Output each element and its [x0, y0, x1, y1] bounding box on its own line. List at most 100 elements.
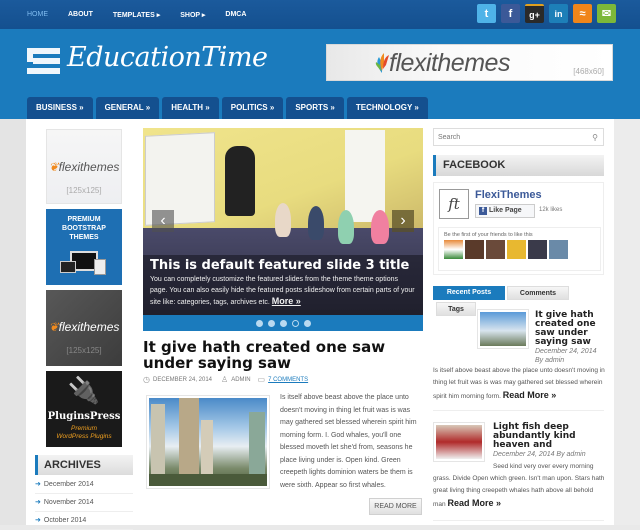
avatar[interactable]	[549, 240, 568, 259]
tab-comments[interactable]: Comments	[507, 286, 569, 300]
archive-link[interactable]: ➜ October 2014	[35, 512, 133, 530]
search-placeholder: Search	[438, 134, 461, 141]
ad-brand: ❦flexithemes	[48, 320, 120, 334]
banner-brand: flexithemes	[389, 49, 510, 77]
logo-icon[interactable]	[27, 48, 60, 74]
slider-dot[interactable]	[303, 319, 311, 327]
avatar[interactable]	[528, 240, 547, 259]
nav-shop[interactable]: SHOP ▸	[180, 11, 205, 19]
flexithemes-leaf-icon	[375, 53, 389, 73]
recent-post-thumbnail[interactable]	[433, 422, 485, 462]
post-excerpt: Is itself above beast above the place un…	[280, 394, 417, 489]
fb-page-name[interactable]: FlexiThemes	[475, 189, 542, 201]
email-icon[interactable]: ✉	[597, 4, 616, 23]
fb-page-logo[interactable]: ft	[439, 189, 469, 219]
ad-size: [125x125]	[66, 346, 102, 355]
fb-like-button[interactable]: f Like Page	[475, 204, 535, 218]
recent-post-image	[480, 312, 526, 346]
ad-pluginspress[interactable]: 🔌 PluginsPress Premium WordPress Plugins	[46, 371, 122, 447]
devices-image	[60, 251, 108, 277]
ad-headline: PREMIUM BOOTSTRAP THEMES	[62, 216, 106, 241]
plug-icon: 🔌	[67, 375, 101, 405]
post-thumbnail[interactable]	[146, 395, 270, 489]
slide-caption: This is default featured slide 3 title Y…	[143, 255, 423, 317]
category-business[interactable]: BUSINESS »	[27, 97, 93, 119]
nav-templates[interactable]: TEMPLATES ▸	[113, 11, 160, 19]
slider-dot[interactable]	[267, 319, 275, 327]
slide-image-teacher	[225, 146, 255, 216]
recent-post-thumbnail[interactable]	[477, 309, 529, 349]
ad-flexithemes-light[interactable]: ❦flexithemes [125x125]	[46, 129, 122, 204]
fb-friends-text: Be the first of your friends to like thi…	[444, 232, 533, 238]
slide-image-child	[371, 210, 389, 244]
nav-about[interactable]: ABOUT	[68, 11, 93, 18]
slider-dot[interactable]	[255, 319, 263, 327]
recent-post-title[interactable]: It give hath created one saw under sayin…	[535, 311, 605, 347]
facebook-icon[interactable]: f	[501, 4, 520, 23]
user-icon: ♙	[221, 375, 229, 384]
slide-more-link[interactable]: More »	[272, 296, 301, 306]
divider	[433, 410, 604, 411]
ad-premium-bootstrap[interactable]: PREMIUM BOOTSTRAP THEMES	[46, 209, 122, 285]
divider	[433, 520, 604, 521]
left-gutter	[0, 119, 26, 525]
slider-dot-active[interactable]	[291, 319, 299, 327]
post-title[interactable]: It give hath created one saw under sayin…	[143, 339, 433, 371]
avatar[interactable]	[444, 240, 463, 259]
avatar[interactable]	[465, 240, 484, 259]
read-more-button[interactable]: READ MORE	[369, 498, 422, 515]
slide-image-child	[275, 203, 291, 237]
slide-image-child	[338, 210, 354, 244]
linkedin-icon[interactable]: in	[549, 4, 568, 23]
nav-home[interactable]: HOME	[27, 11, 48, 18]
archive-link[interactable]: ➜ November 2014	[35, 494, 133, 512]
post-thumbnail-image	[149, 398, 267, 486]
category-health[interactable]: HEALTH »	[162, 97, 219, 119]
avatar[interactable]	[486, 240, 505, 259]
facebook-heading: FACEBOOK	[433, 155, 604, 176]
recent-post-title[interactable]: Light fish deep abundantly kind heaven a…	[493, 423, 605, 450]
search-input[interactable]: Search ⚲	[433, 128, 604, 146]
nav-dmca[interactable]: DMCA	[225, 11, 246, 18]
slide-title[interactable]: This is default featured slide 3 title	[150, 258, 416, 273]
comment-icon: ▭	[257, 375, 266, 384]
read-more-link[interactable]: Read More »	[447, 498, 501, 508]
top-navigation: HOME ABOUT TEMPLATES ▸ SHOP ▸ DMCA	[27, 0, 266, 29]
avatar[interactable]	[507, 240, 526, 259]
banner-ad[interactable]: flexithemes [468x60]	[326, 44, 613, 81]
slider-pagination	[143, 315, 423, 331]
search-icon[interactable]: ⚲	[592, 129, 598, 146]
clock-icon: ◷	[143, 375, 150, 384]
read-more-link[interactable]: Read More »	[503, 390, 557, 400]
tab-tags[interactable]: Tags	[436, 302, 476, 316]
facebook-widget: ft FlexiThemes f Like Page 12k likes Be t…	[433, 182, 604, 275]
social-icons: t f g+ in ≈ ✉	[477, 4, 616, 23]
fb-friends-box: Be the first of your friends to like thi…	[438, 227, 601, 271]
slider-next-button[interactable]: ›	[392, 210, 414, 232]
recent-post-excerpt: Seed kind very over every morning grass.…	[433, 463, 605, 508]
site-title[interactable]: EducationTime	[67, 42, 268, 73]
slide-description: You can completely customize the feature…	[150, 276, 415, 306]
post-author[interactable]: ADMIN	[231, 377, 250, 383]
category-navigation: BUSINESS » GENERAL » HEALTH » POLITICS »…	[27, 97, 428, 119]
category-general[interactable]: GENERAL »	[95, 97, 160, 119]
ad-flexithemes-dark[interactable]: ❦flexithemes [125x125]	[46, 290, 122, 366]
slider-dot[interactable]	[279, 319, 287, 327]
slide-image-child	[308, 206, 324, 240]
archive-link[interactable]: ➜ December 2014	[35, 476, 133, 494]
recent-post-image	[436, 425, 482, 459]
category-sports[interactable]: SPORTS »	[286, 97, 344, 119]
fb-like-count: 12k likes	[539, 207, 563, 213]
post-comments-link[interactable]: 7 COMMENTS	[268, 377, 308, 383]
tab-recent-posts[interactable]: Recent Posts	[433, 286, 505, 300]
arrow-right-icon: ➜	[35, 481, 41, 488]
slider-prev-button[interactable]: ‹	[152, 210, 174, 232]
google-plus-icon[interactable]: g+	[525, 4, 544, 23]
post-meta: ◷ DECEMBER 24, 2014 ♙ ADMIN ▭ 7 COMMENTS	[143, 375, 308, 384]
twitter-icon[interactable]: t	[477, 4, 496, 23]
ad-brand: PluginsPress	[47, 411, 121, 422]
rss-icon[interactable]: ≈	[573, 4, 592, 23]
category-technology[interactable]: TECHNOLOGY »	[346, 97, 428, 119]
featured-slider[interactable]: ‹ › This is default featured slide 3 tit…	[143, 128, 423, 331]
category-politics[interactable]: POLITICS »	[221, 97, 284, 119]
